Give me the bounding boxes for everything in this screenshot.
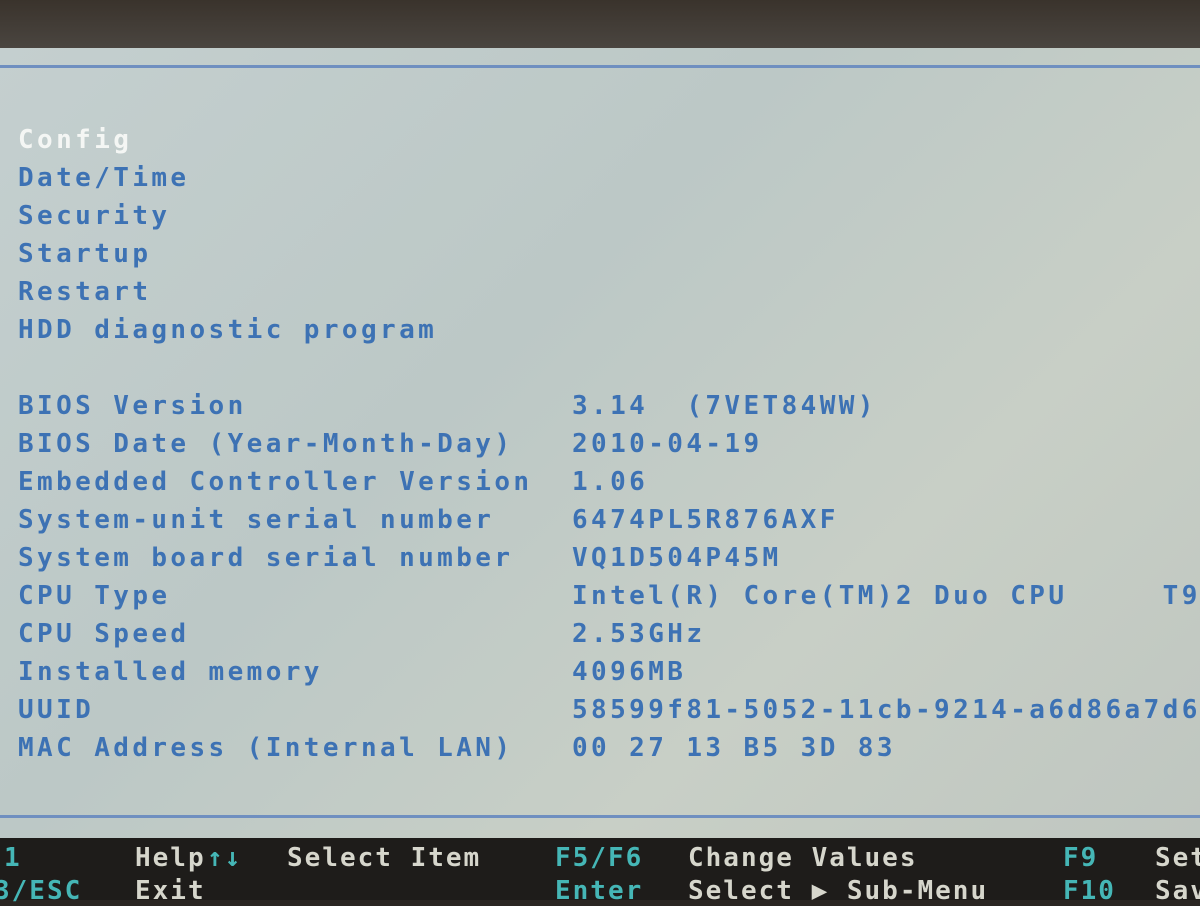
bottom-divider bbox=[0, 815, 1200, 818]
save-exit-label: Sav bbox=[1155, 876, 1200, 906]
esc-key: 3/ESC bbox=[0, 876, 83, 906]
info-label: System-unit serial number bbox=[18, 505, 495, 535]
f9-key: F9 bbox=[1063, 843, 1099, 873]
info-value: 58599f81-5052-11cb-9214-a6d86a7d64 bbox=[572, 695, 1200, 725]
info-label: Embedded Controller Version bbox=[18, 467, 533, 497]
change-values-label: Change Values bbox=[688, 843, 918, 873]
info-label: CPU Type bbox=[18, 581, 171, 611]
menu-item-restart[interactable]: Restart bbox=[18, 277, 151, 307]
info-value: 3.14 (7VET84WW) bbox=[572, 391, 877, 421]
enter-key: Enter bbox=[555, 876, 644, 906]
info-label: BIOS Version bbox=[18, 391, 247, 421]
setup-defaults-label: Set bbox=[1155, 843, 1200, 873]
select-submenu-label: Select ▶ Sub-Menu bbox=[688, 876, 989, 906]
info-label: Installed memory bbox=[18, 657, 323, 687]
menu-item-config[interactable]: Config bbox=[18, 125, 132, 155]
info-value: Intel(R) Core(TM)2 Duo CPU T94 bbox=[572, 581, 1200, 611]
info-value: VQ1D504P45M bbox=[572, 543, 782, 573]
menu-item-hdd-diagnostic[interactable]: HDD diagnostic program bbox=[18, 315, 437, 345]
info-label: UUID bbox=[18, 695, 95, 725]
info-value: 6474PL5R876AXF bbox=[572, 505, 839, 535]
info-label: System board serial number bbox=[18, 543, 514, 573]
help-key: 1 bbox=[4, 843, 22, 873]
select-item-label: Select Item bbox=[287, 843, 482, 873]
info-label: MAC Address (Internal LAN) bbox=[18, 733, 514, 763]
info-label: BIOS Date (Year-Month-Day) bbox=[18, 429, 514, 459]
arrows-key: ↑↓ bbox=[207, 843, 243, 873]
info-value: 4096MB bbox=[572, 657, 687, 687]
f5-f6-key: F5/F6 bbox=[555, 843, 644, 873]
info-value: 1.06 bbox=[572, 467, 649, 497]
top-divider bbox=[0, 65, 1200, 68]
menu-item-startup[interactable]: Startup bbox=[18, 239, 151, 269]
menu-item-date-time[interactable]: Date/Time bbox=[18, 163, 189, 193]
menu-item-security[interactable]: Security bbox=[18, 201, 170, 231]
f10-key: F10 bbox=[1063, 876, 1116, 906]
info-value: 2.53GHz bbox=[572, 619, 706, 649]
info-label: CPU Speed bbox=[18, 619, 190, 649]
help-label: Help bbox=[135, 843, 206, 873]
screen-top-bezel bbox=[0, 0, 1200, 48]
info-value: 2010-04-19 bbox=[572, 429, 763, 459]
info-value: 00 27 13 B5 3D 83 bbox=[572, 733, 896, 763]
exit-label: Exit bbox=[135, 876, 206, 906]
